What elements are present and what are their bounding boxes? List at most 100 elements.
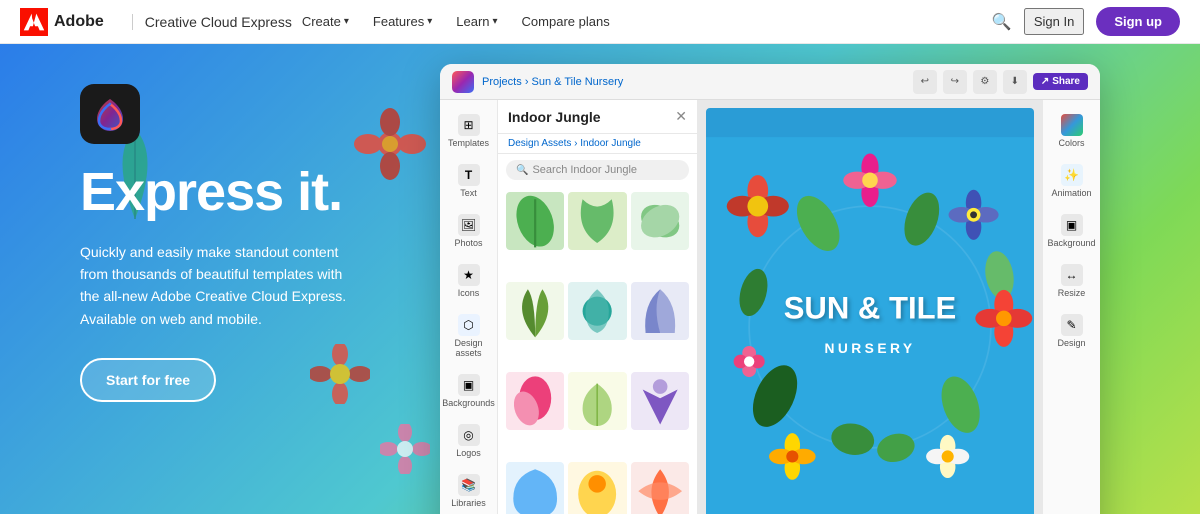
background-label: Background [1047,238,1095,248]
tool-text-label: Text [460,188,477,198]
adobe-text: Adobe [54,13,104,31]
template-thumb[interactable] [631,372,689,430]
sign-in-button[interactable]: Sign In [1024,8,1084,35]
tool-photos[interactable]: 🖼 Photos [444,208,494,254]
chevron-down-icon: ▾ [344,16,349,27]
design-icon: ✎ [1061,314,1083,336]
app-icon [80,84,140,144]
tool-libraries[interactable]: 📚 Libraries [444,468,494,514]
search-icon[interactable]: 🔍 [992,12,1012,32]
canvas-artwork: SUN & TILE NURSERY [706,108,1034,514]
share-icon: ↗ [1041,76,1049,87]
mockup-topbar: Projects › Sun & Tile Nursery ↩ ↪ ⚙ ⬇ ↗ … [440,64,1100,100]
tool-backgrounds[interactable]: ▣ Backgrounds [444,368,494,414]
tool-photos-label: Photos [454,238,482,248]
download-button[interactable]: ⬇ [1003,70,1027,94]
photos-icon: 🖼 [458,214,480,236]
mockup-canvas: SUN & TILE NURSERY [698,100,1042,514]
tool-logos-label: Logos [456,448,481,458]
app-mockup: Projects › Sun & Tile Nursery ↩ ↪ ⚙ ⬇ ↗ … [440,64,1100,514]
right-tool-animation[interactable]: ✨ Animation [1047,158,1097,204]
center-panel-breadcrumb: Design Assets › Indoor Jungle [498,134,697,154]
tool-icons-label: Icons [458,288,480,298]
template-thumb[interactable] [631,282,689,340]
mockup-body: ⊞ Templates T Text 🖼 Photos ★ Icons ⬡ [440,100,1100,514]
text-icon: T [458,164,480,186]
flower-decor-3 [380,424,430,474]
template-thumb[interactable] [568,372,626,430]
right-tool-colors[interactable]: Colors [1047,108,1097,154]
template-thumb[interactable] [506,192,564,250]
tool-templates[interactable]: ⊞ Templates [444,108,494,154]
right-tool-background[interactable]: ▣ Background [1047,208,1097,254]
design-label: Design [1057,338,1085,348]
tool-logos[interactable]: ◎ Logos [444,418,494,464]
tool-icons[interactable]: ★ Icons [444,258,494,304]
template-thumb[interactable] [506,462,564,514]
template-thumb[interactable] [568,462,626,514]
mockup-left-panel: ⊞ Templates T Text 🖼 Photos ★ Icons ⬡ [440,100,498,514]
colors-icon [1061,114,1083,136]
icons-icon: ★ [458,264,480,286]
hero-section: Express it. Quickly and easily make stan… [0,44,1200,514]
tool-templates-label: Templates [448,138,489,148]
tool-design-assets-label: Design assets [448,338,490,358]
resize-label: Resize [1058,288,1086,298]
mockup-right-panel: Colors ✨ Animation ▣ Background ↔ Resize… [1042,100,1100,514]
hero-left-content: Express it. Quickly and easily make stan… [80,84,400,402]
product-name: Creative Cloud Express [132,14,292,30]
redo-button[interactable]: ↪ [943,70,967,94]
close-icon[interactable]: ✕ [675,108,687,125]
colors-label: Colors [1058,138,1084,148]
chevron-down-icon: ▾ [427,16,432,27]
nav-create[interactable]: Create ▾ [292,0,359,44]
template-grid [498,186,697,514]
nav-links: Create ▾ Features ▾ Learn ▾ Compare plan… [292,0,992,44]
chevron-down-icon: ▾ [493,16,498,27]
template-thumb[interactable] [568,282,626,340]
settings-button[interactable]: ⚙ [973,70,997,94]
animation-icon: ✨ [1061,164,1083,186]
mockup-toolbar-icons: ↩ ↪ ⚙ ⬇ ↗ Share [913,70,1088,94]
template-thumb[interactable] [631,192,689,250]
svg-text:NURSERY: NURSERY [824,340,915,356]
template-thumb[interactable] [506,372,564,430]
background-icon: ▣ [1061,214,1083,236]
start-free-button[interactable]: Start for free [80,358,216,402]
animation-label: Animation [1051,188,1091,198]
sign-up-button[interactable]: Sign up [1096,7,1180,36]
nav-compare-plans[interactable]: Compare plans [512,0,620,44]
navigation: Adobe Creative Cloud Express Create ▾ Fe… [0,0,1200,44]
template-thumb[interactable] [568,192,626,250]
template-thumb[interactable] [631,462,689,514]
nav-features[interactable]: Features ▾ [363,0,442,44]
adobe-logo-icon [20,8,48,36]
tool-backgrounds-label: Backgrounds [442,398,495,408]
app-icon-svg [85,89,135,139]
undo-button[interactable]: ↩ [913,70,937,94]
libraries-icon: 📚 [458,474,480,496]
center-panel-search[interactable]: 🔍 Search Indoor Jungle [506,160,689,180]
center-panel-title: Indoor Jungle [508,109,601,125]
design-assets-icon: ⬡ [458,314,480,336]
svg-text:SUN & TILE: SUN & TILE [784,290,957,325]
templates-icon: ⊞ [458,114,480,136]
hero-description: Quickly and easily make standout content… [80,241,360,331]
nav-learn[interactable]: Learn ▾ [446,0,507,44]
share-button[interactable]: ↗ Share [1033,73,1088,90]
tool-text[interactable]: T Text [444,158,494,204]
adobe-logo[interactable]: Adobe [20,8,104,36]
mockup-breadcrumb: Projects › Sun & Tile Nursery [482,76,623,88]
right-tool-design[interactable]: ✎ Design [1047,308,1097,354]
template-thumb[interactable] [506,282,564,340]
mockup-app-logo [452,71,474,93]
mockup-center-panel: Indoor Jungle ✕ Design Assets › Indoor J… [498,100,698,514]
search-icon: 🔍 [516,165,528,176]
backgrounds-icon: ▣ [458,374,480,396]
logos-icon: ◎ [458,424,480,446]
tool-design-assets[interactable]: ⬡ Design assets [444,308,494,364]
tool-libraries-label: Libraries [451,498,486,508]
right-tool-resize[interactable]: ↔ Resize [1047,258,1097,304]
nursery-artwork: SUN & TILE NURSERY [706,108,1034,514]
nav-actions: 🔍 Sign In Sign up [992,7,1180,36]
